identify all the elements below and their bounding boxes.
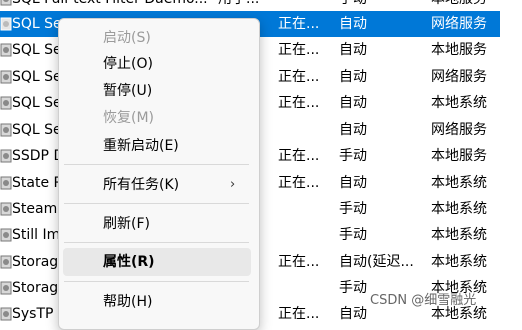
menu-item-start[interactable]: 启动(S) bbox=[63, 24, 251, 52]
menu-item-resume[interactable]: 恢复(M) bbox=[63, 104, 251, 132]
service-status: 正在... bbox=[278, 69, 320, 85]
service-status: 正在... bbox=[278, 95, 320, 111]
service-startup: 自动 bbox=[339, 16, 367, 32]
service-logon: 本地服务 bbox=[431, 148, 487, 164]
service-gear-icon bbox=[0, 254, 12, 270]
service-status: 正在... bbox=[278, 16, 320, 32]
service-startup: 自动 bbox=[339, 175, 367, 191]
service-logon: 本地服务 bbox=[431, 0, 511, 8]
service-logon: 网络服务 bbox=[431, 69, 487, 85]
menu-item-help[interactable]: 帮助(H) bbox=[63, 288, 251, 316]
service-logon: 本地系统 bbox=[431, 254, 487, 270]
service-gear-icon bbox=[0, 0, 12, 7]
chevron-right-icon: › bbox=[230, 177, 236, 192]
service-gear-icon bbox=[0, 42, 12, 58]
menu-separator bbox=[64, 203, 249, 204]
menu-item-label: 启动(S) bbox=[103, 30, 151, 46]
service-logon: 本地系统 bbox=[431, 201, 487, 217]
service-logon: 本地系统 bbox=[431, 95, 487, 111]
watermark: CSDN @细雪融光 bbox=[370, 293, 477, 308]
service-description: 用于... bbox=[218, 0, 270, 8]
service-logon: 网络服务 bbox=[431, 16, 487, 32]
service-gear-icon bbox=[0, 227, 12, 243]
menu-item-properties[interactable]: 属性(R) bbox=[63, 248, 251, 276]
menu-item-refresh[interactable]: 刷新(F) bbox=[63, 210, 251, 238]
context-menu: 启动(S) 停止(O) 暂停(U) 恢复(M) 重新启动(E) 所有任务(K) … bbox=[58, 18, 260, 330]
menu-separator bbox=[64, 164, 249, 165]
service-startup: 手动 bbox=[339, 227, 367, 243]
service-logon: 网络服务 bbox=[431, 122, 487, 138]
service-gear-icon bbox=[0, 148, 12, 164]
service-status: 正在... bbox=[278, 306, 320, 322]
service-startup: 自动 bbox=[339, 42, 367, 58]
menu-item-label: 所有任务(K) bbox=[103, 177, 180, 193]
service-startup: 手动 bbox=[339, 201, 367, 217]
service-logon: 本地系统 bbox=[431, 175, 487, 191]
menu-item-label: 停止(O) bbox=[103, 56, 153, 72]
service-gear-icon bbox=[0, 280, 12, 296]
service-status: 正在... bbox=[278, 42, 320, 58]
service-gear-icon bbox=[0, 122, 12, 138]
service-gear-icon bbox=[0, 16, 12, 32]
service-startup: 手动 bbox=[339, 148, 367, 164]
service-status: 正在... bbox=[278, 254, 320, 270]
menu-item-restart[interactable]: 重新启动(E) bbox=[63, 132, 251, 160]
service-gear-icon bbox=[0, 306, 12, 322]
service-startup: 自动 bbox=[339, 95, 367, 111]
menu-item-label: 帮助(H) bbox=[103, 294, 153, 310]
service-startup: 自动 bbox=[339, 122, 367, 138]
service-gear-icon bbox=[0, 95, 12, 111]
menu-separator bbox=[64, 281, 249, 282]
service-startup: 自动 bbox=[339, 69, 367, 85]
menu-item-label: 重新启动(E) bbox=[103, 138, 179, 154]
menu-item-pause[interactable]: 暂停(U) bbox=[63, 77, 251, 105]
service-status: 正在... bbox=[278, 148, 320, 164]
service-gear-icon bbox=[0, 69, 12, 85]
menu-item-label: 刷新(F) bbox=[103, 216, 150, 232]
menu-item-stop[interactable]: 停止(O) bbox=[63, 50, 251, 78]
service-status: 正在... bbox=[278, 175, 320, 191]
menu-item-label: 暂停(U) bbox=[103, 83, 153, 99]
service-logon: 本地系统 bbox=[431, 227, 487, 243]
service-startup: 自动(延迟... bbox=[339, 254, 414, 270]
menu-separator bbox=[64, 242, 249, 243]
service-gear-icon bbox=[0, 201, 12, 217]
menu-item-all-tasks[interactable]: 所有任务(K) › bbox=[63, 171, 251, 199]
service-startup: 手动 bbox=[339, 0, 419, 8]
menu-item-label: 属性(R) bbox=[103, 254, 155, 270]
service-logon: 本地服务 bbox=[431, 42, 487, 58]
service-gear-icon bbox=[0, 175, 12, 191]
menu-item-label: 恢复(M) bbox=[103, 110, 155, 126]
